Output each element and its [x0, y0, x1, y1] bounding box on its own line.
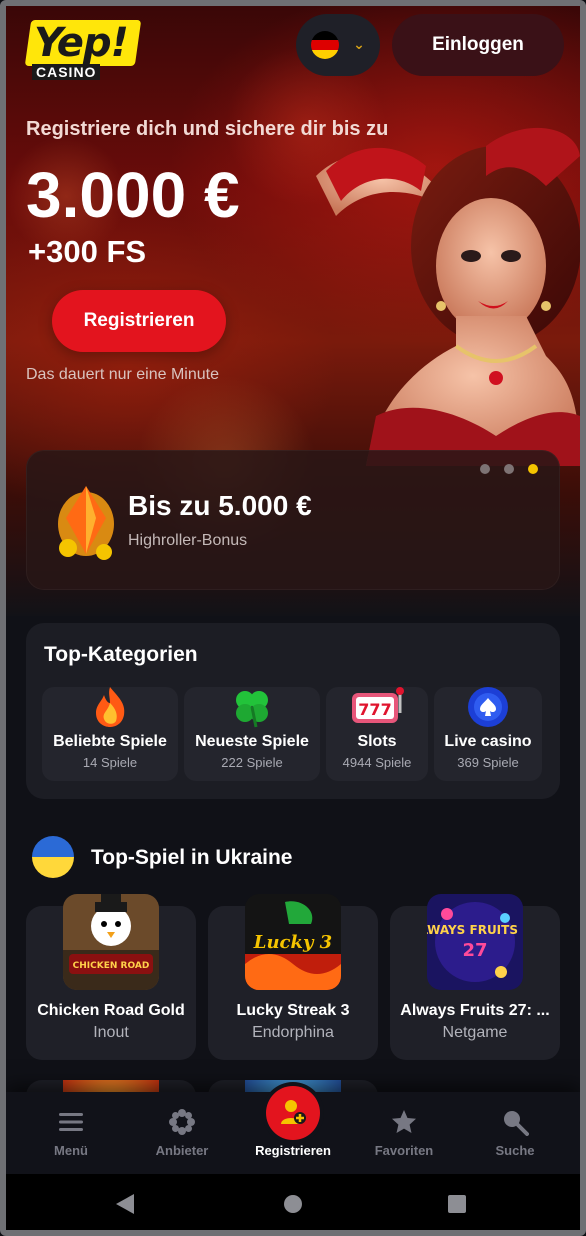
hero-register-button[interactable]: Registrieren — [52, 290, 226, 352]
carousel-dots — [480, 464, 538, 474]
login-button[interactable]: Einloggen — [392, 14, 564, 76]
language-selector[interactable]: ⌄ — [296, 14, 380, 76]
logo-text: Yep! — [34, 20, 129, 66]
nav-favorites[interactable]: Favoriten — [349, 1092, 459, 1174]
carousel-dot[interactable] — [480, 464, 490, 474]
category-live-casino[interactable]: Live casino 369 Spiele — [434, 687, 542, 781]
category-count: 222 Spiele — [221, 755, 283, 770]
svg-text:777: 777 — [358, 700, 391, 719]
category-label: Slots — [357, 733, 397, 750]
game-card-always-fruits-27[interactable]: ALWAYS FRUITS 27 27 Always Fruits 27: ..… — [390, 894, 560, 1060]
game-provider: Netgame — [442, 1024, 508, 1041]
gold-crystal-icon — [58, 486, 114, 560]
hero-amount: 3.000 € — [26, 159, 240, 231]
nav-label: Suche — [495, 1143, 535, 1158]
yep-casino-logo[interactable]: Yep! CASINO — [24, 16, 144, 82]
system-navigation-bar — [6, 1174, 580, 1230]
poker-chip-icon — [468, 687, 508, 727]
home-icon[interactable] — [282, 1192, 304, 1216]
game-thumb-text: CHICKEN ROAD — [73, 961, 150, 971]
game-provider: Endorphina — [252, 1024, 334, 1041]
hero-banner: Yep! CASINO ⌄ Einloggen Registriere dich… — [6, 6, 580, 616]
germany-flag-icon — [311, 31, 340, 59]
nav-search[interactable]: Suche — [460, 1092, 570, 1174]
game-thumbnail: Lucky 3 — [245, 894, 341, 990]
star-icon — [392, 1110, 416, 1133]
clover-icon — [236, 691, 268, 728]
chevron-down-icon: ⌄ — [353, 37, 365, 53]
back-icon[interactable] — [114, 1192, 136, 1216]
category-label: Beliebte Spiele — [53, 733, 167, 750]
game-name: Always Fruits 27: ... — [400, 1002, 550, 1019]
slot-777-icon: 777 — [352, 687, 404, 723]
category-newest[interactable]: Neueste Spiele 222 Spiele — [184, 687, 320, 781]
svg-text:27: 27 — [462, 940, 487, 961]
nav-label: Favoriten — [374, 1143, 434, 1158]
register-fab[interactable] — [266, 1086, 320, 1140]
nav-menu[interactable]: Menü — [16, 1092, 126, 1174]
nav-label: Anbieter — [155, 1143, 209, 1158]
hero-note: Das dauert nur eine Minute — [26, 366, 219, 383]
nav-register[interactable]: Registrieren — [238, 1086, 348, 1174]
nav-label: Registrieren — [255, 1143, 331, 1158]
bonus-subtitle: Highroller-Bonus — [128, 532, 248, 549]
fire-icon — [96, 687, 125, 727]
game-provider: Inout — [93, 1024, 129, 1041]
game-thumb-text: ALWAYS FRUITS 27 — [427, 923, 523, 937]
category-label: Neueste Spiele — [195, 733, 309, 750]
highroller-bonus-card[interactable]: Bis zu 5.000 € Highroller-Bonus — [26, 450, 560, 590]
category-count: 369 Spiele — [457, 755, 519, 770]
carousel-dot[interactable] — [504, 464, 514, 474]
nav-label: Menü — [54, 1143, 88, 1158]
nav-providers[interactable]: Anbieter — [127, 1092, 237, 1174]
hero-showgirl-illustration — [316, 127, 580, 466]
category-count: 14 Spiele — [82, 755, 138, 770]
top-categories-section: Top-Kategorien Beliebte Spiele 14 Spiele… — [26, 623, 560, 799]
phone-screen: Yep! CASINO ⌄ Einloggen Registriere dich… — [0, 0, 586, 1236]
hero-subtitle: Registriere dich und sichere dir bis zu — [26, 118, 389, 140]
recents-icon[interactable] — [446, 1192, 468, 1216]
game-card-lucky-streak-3[interactable]: Lucky 3 Lucky Streak 3 Endorphina — [208, 894, 378, 1060]
categories-title: Top-Kategorien — [44, 643, 198, 666]
carousel-dot-active[interactable] — [528, 464, 538, 474]
menu-icon — [59, 1113, 83, 1131]
category-popular[interactable]: Beliebte Spiele 14 Spiele — [42, 687, 178, 781]
add-user-icon — [281, 1100, 306, 1124]
bottom-navigation: Menü Anbieter Registrieren Favoriten Suc… — [6, 1086, 580, 1174]
game-thumb-text: Lucky 3 — [253, 932, 332, 953]
ukraine-flag-icon — [32, 836, 74, 878]
logo-subtext: CASINO — [32, 64, 101, 80]
category-label: Live casino — [444, 733, 532, 750]
category-slots[interactable]: 777 Slots 4944 Spiele — [326, 687, 428, 781]
search-icon — [504, 1111, 529, 1136]
bonus-title: Bis zu 5.000 € — [128, 490, 312, 521]
top-games-title: Top-Spiel in Ukraine — [91, 846, 293, 869]
game-name: Lucky Streak 3 — [236, 1002, 350, 1019]
providers-icon — [169, 1109, 195, 1135]
category-count: 4944 Spiele — [342, 755, 412, 770]
game-card-chicken-road-gold[interactable]: CHICKEN ROAD Chicken Road Gold Inout — [26, 894, 196, 1060]
game-thumbnail: CHICKEN ROAD — [63, 894, 159, 990]
hero-free-spins: +300 FS — [28, 234, 147, 269]
game-name: Chicken Road Gold — [37, 1002, 185, 1019]
game-thumbnail: ALWAYS FRUITS 27 27 — [427, 894, 523, 990]
